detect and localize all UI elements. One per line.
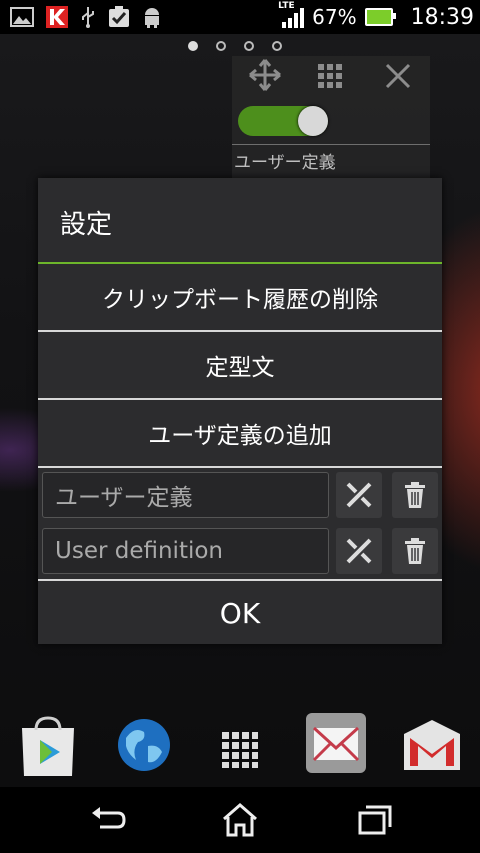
delete-button[interactable]: [392, 472, 438, 518]
widget-toggle[interactable]: [238, 106, 328, 136]
page-indicator: [188, 41, 282, 51]
user-definition-field[interactable]: ユーザー定義: [42, 472, 329, 518]
android-icon: [145, 8, 159, 28]
widget-divider: [232, 144, 430, 145]
clipboard-check-icon: [109, 6, 129, 27]
delete-button[interactable]: [392, 528, 438, 574]
page-dot: [216, 41, 226, 51]
widget-label: ユーザー定義: [234, 153, 336, 173]
navigation-bar: [0, 787, 480, 853]
dialog-title: 設定: [60, 210, 113, 240]
battery-icon: [364, 8, 396, 26]
user-definition-field[interactable]: User definition: [42, 528, 329, 574]
clock: 18:39: [410, 4, 474, 30]
clear-clipboard-history-item[interactable]: クリップボート履歴の削除: [38, 264, 442, 330]
home-icon[interactable]: [220, 803, 260, 837]
wrench-icon: [346, 482, 372, 508]
wrench-icon: [346, 538, 372, 564]
signal-icon: LTE: [278, 1, 305, 29]
toggle-knob: [298, 106, 328, 136]
recent-apps-icon[interactable]: [354, 803, 394, 837]
grid-icon[interactable]: [316, 62, 344, 90]
battery-percent: 67%: [312, 5, 357, 29]
email-icon[interactable]: [305, 712, 367, 778]
edit-button[interactable]: [336, 528, 382, 574]
close-icon[interactable]: [384, 62, 412, 90]
fixed-phrases-item[interactable]: 定型文: [38, 332, 442, 398]
app-drawer-icon[interactable]: [222, 732, 258, 772]
browser-globe-icon[interactable]: [116, 716, 172, 778]
page-dot: [244, 41, 254, 51]
trash-icon: [405, 482, 425, 508]
divider: [38, 579, 442, 581]
ok-button[interactable]: OK: [38, 582, 442, 644]
settings-dialog: 設定 クリップボート履歴の削除 定型文 ユーザ定義の追加 ユーザー定義 User…: [38, 178, 442, 644]
divider: [38, 466, 442, 468]
gmail-icon[interactable]: [402, 716, 462, 776]
edit-button[interactable]: [336, 472, 382, 518]
k-app-icon: [46, 6, 68, 28]
add-user-definition-item[interactable]: ユーザ定義の追加: [38, 400, 442, 466]
page-dot: [272, 41, 282, 51]
image-icon: [10, 7, 34, 27]
trash-icon: [405, 538, 425, 564]
clipboard-widget[interactable]: ユーザー定義: [232, 56, 430, 178]
back-icon[interactable]: [88, 803, 128, 837]
page-dot: [188, 41, 198, 51]
usb-icon: [82, 7, 94, 28]
status-bar: LTE 67% 18:39: [0, 0, 480, 34]
move-icon[interactable]: [248, 58, 282, 92]
play-store-icon[interactable]: [18, 716, 78, 782]
